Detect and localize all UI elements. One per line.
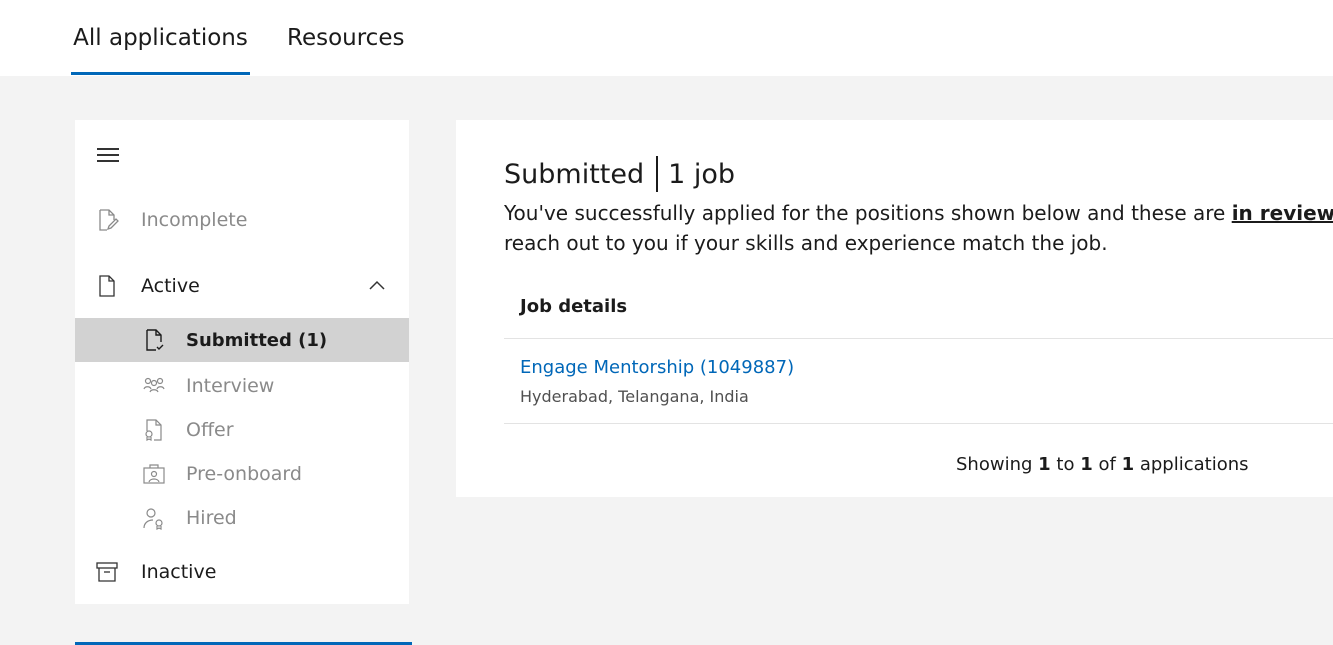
sidebar-item-label: Pre-onboard	[186, 463, 302, 485]
sidebar-item-inactive[interactable]: Inactive	[75, 556, 409, 588]
status-description: You've successfully applied for the posi…	[504, 198, 1333, 258]
table-row: Engage Mentorship (1049887) Hyderabad, T…	[504, 339, 1333, 424]
archive-icon	[95, 560, 119, 584]
sidebar-item-hired[interactable]: Hired	[75, 502, 409, 534]
page-title: Submitted 1 job	[504, 156, 735, 192]
sidebar-item-label: Hired	[186, 507, 237, 529]
tab-resources[interactable]: Resources	[287, 0, 404, 76]
tab-all-applications[interactable]: All applications	[71, 0, 250, 76]
sidebar-item-submitted[interactable]: Submitted (1)	[75, 318, 409, 362]
sidebar-item-label: Active	[141, 275, 200, 297]
sidebar-item-label: Offer	[186, 419, 234, 441]
job-count: 1 job	[668, 158, 736, 190]
description-text: You've successfully applied for the posi…	[504, 201, 1232, 225]
job-location: Hyderabad, Telangana, India	[520, 387, 749, 406]
sidebar-item-label: Submitted (1)	[186, 329, 328, 351]
sidebar-item-offer[interactable]: Offer	[75, 414, 409, 446]
chevron-up-icon[interactable]	[367, 276, 387, 296]
sidebar-item-interview[interactable]: Interview	[75, 370, 409, 402]
sidebar-item-label: Incomplete	[141, 209, 248, 231]
pagination-suffix: applications	[1139, 454, 1249, 475]
person-badge-icon	[142, 506, 166, 530]
pagination-summary: Showing 1 to 1 of 1 applications	[956, 454, 1249, 475]
people-icon	[142, 374, 166, 398]
active-tab-indicator	[71, 72, 250, 75]
title-divider	[656, 156, 659, 192]
applications-panel: Submitted 1 job You've successfully appl…	[456, 120, 1333, 497]
onboard-icon	[142, 462, 166, 486]
job-title-link[interactable]: Engage Mentorship (1049887)	[520, 357, 794, 378]
pagination-of-word: of	[1098, 454, 1116, 475]
column-header-job-details: Job details	[520, 296, 628, 317]
document-icon	[95, 274, 119, 298]
in-review-link[interactable]: in review	[1232, 201, 1333, 225]
hamburger-menu-icon[interactable]	[97, 148, 119, 162]
sidebar-item-active[interactable]: Active	[75, 270, 409, 302]
document-badge-icon	[142, 418, 166, 442]
sidebar-item-pre-onboard[interactable]: Pre-onboard	[75, 458, 409, 490]
sidebar: Incomplete Active Submitted (1) Intervie…	[75, 120, 409, 604]
sidebar-item-incomplete[interactable]: Incomplete	[75, 204, 409, 236]
pagination-from: 1	[1038, 454, 1051, 475]
status-title: Submitted	[504, 158, 645, 190]
table-header: Job details	[504, 288, 1333, 339]
document-check-icon	[142, 328, 166, 352]
edit-document-icon	[95, 208, 119, 232]
pagination-to: 1	[1080, 454, 1093, 475]
pagination-to-word: to	[1056, 454, 1075, 475]
top-tab-bar: All applications Resources	[0, 0, 1333, 76]
pagination-prefix: Showing	[956, 454, 1033, 475]
sidebar-item-label: Inactive	[141, 561, 217, 583]
pagination-total: 1	[1121, 454, 1135, 475]
sidebar-item-label: Interview	[186, 375, 275, 397]
